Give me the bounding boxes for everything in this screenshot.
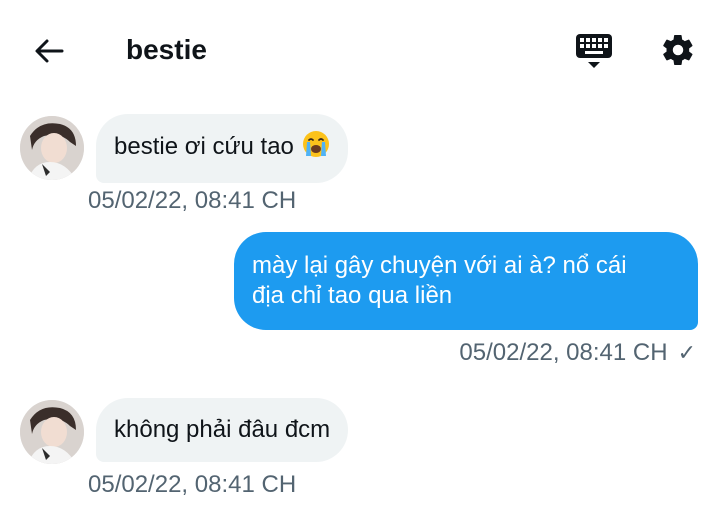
avatar[interactable] — [20, 400, 84, 464]
message-text: không phải đâu đcm — [114, 416, 331, 443]
message-timestamp: 05/02/22, 08:41 CH — [88, 471, 297, 498]
message-timestamp: 05/02/22, 08:41 CH — [88, 187, 297, 214]
message-status-row: 05/02/22, 08:41 CH ✓ — [459, 338, 696, 368]
sent-check-icon: ✓ — [677, 340, 696, 365]
back-button[interactable] — [30, 32, 68, 70]
arrow-left-icon — [35, 39, 64, 63]
contact-photo — [20, 116, 84, 180]
message-bubble-outgoing[interactable]: mày lại gây chuyện với ai à? nổ cái địa … — [234, 232, 698, 330]
avatar[interactable] — [20, 116, 84, 180]
message-bubble-incoming[interactable]: bestie ơi cứu tao — [96, 114, 348, 183]
message-text: bestie ơi cứu tao — [114, 133, 294, 160]
crying-face-icon — [302, 130, 330, 167]
message-text-line: mày lại gây chuyện với ai à? nổ cái — [252, 252, 627, 279]
message-bubble-incoming[interactable]: không phải đâu đcm — [96, 398, 349, 462]
message-text-line: địa chỉ tao qua liền — [252, 282, 453, 309]
conversation-header: bestie — [0, 0, 720, 100]
settings-button[interactable] — [660, 32, 696, 68]
keyboard-icon — [576, 34, 612, 68]
keyboard-button[interactable] — [574, 32, 614, 70]
gear-icon — [663, 34, 693, 66]
page-title: bestie — [126, 34, 207, 65]
message-timestamp: 05/02/22, 08:41 CH — [459, 339, 668, 366]
contact-photo — [20, 400, 84, 464]
